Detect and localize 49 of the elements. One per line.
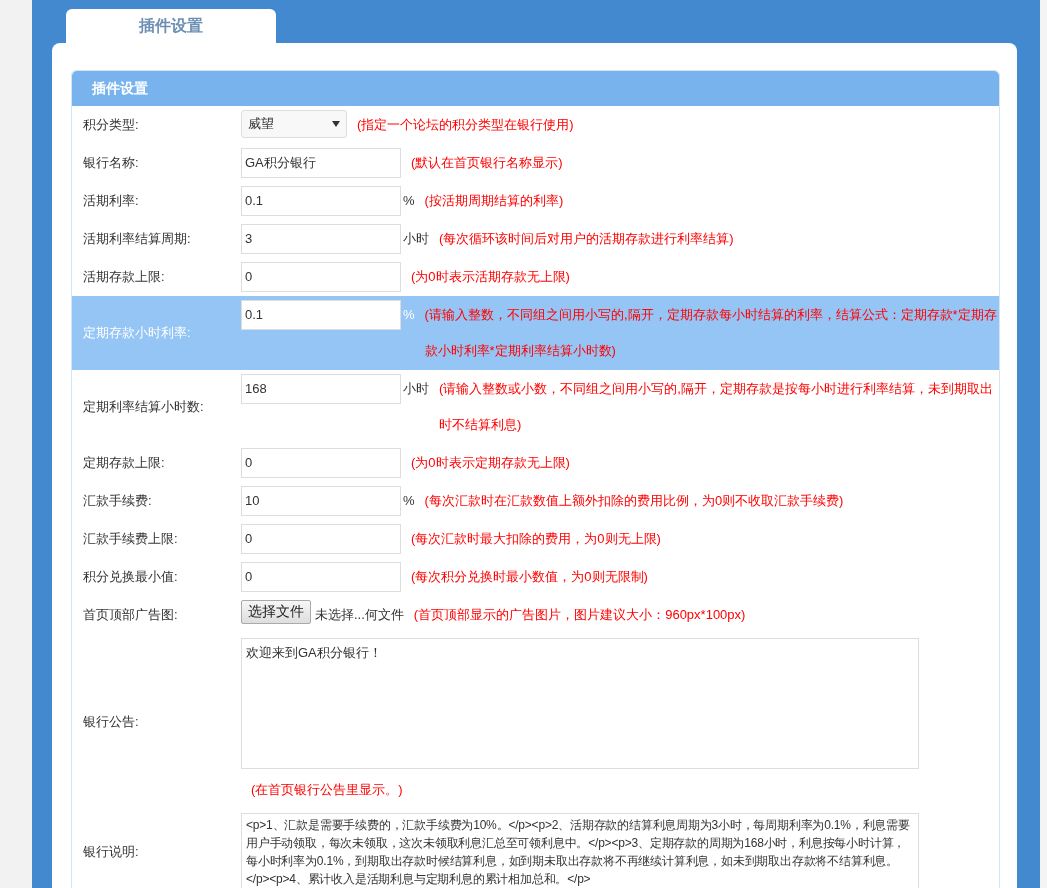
field-label: 汇款手续费: [82, 492, 153, 510]
unit-label: 小时 [403, 230, 429, 248]
text-field[interactable]: 0.1 [241, 186, 401, 216]
field-label: 活期利率结算周期: [82, 230, 192, 248]
text-field[interactable]: 0 [241, 448, 401, 478]
text-field[interactable]: 0.1 [241, 300, 401, 330]
hint-text: (为0时表示活期存款无上限) [411, 268, 571, 286]
hint-text: (每次汇款时最大扣除的费用，为0则无上限) [411, 530, 662, 548]
unit-label: % [403, 492, 415, 510]
field-label: 积分类型: [82, 116, 140, 134]
text-area[interactable]: <p>1、汇款是需要手续费的，汇款手续费为10%。</p><p>2、活期存款的结算利息周期为3小时，每周期利率为0.1%，利息需要用户手动领取，每次未领取，这次未领取利息汇总至可领利息中。</p><p>3、定期存款的周期为168小时，利息按每小时计算，每小时利率为0.1%，到期取出存款时候结算利息，如到期未取出存款将不再继续计算利息，如未到期取出存款将不结算利息。</p><p>4、累计收入是活期利息与定期利息的累计相加总和。</p> [241, 813, 919, 888]
hint-text: (默认在首页银行名称显示) [411, 154, 564, 172]
text-area[interactable]: 欢迎来到GA积分银行！ [241, 638, 919, 769]
hint-text: (每次积分兑换时最小数值，为0则无限制) [411, 568, 649, 586]
text-field[interactable]: GA积分银行 [241, 148, 401, 178]
hint-text: (指定一个论坛的积分类型在银行使用) [357, 116, 575, 134]
field-label: 积分兑换最小值: [82, 568, 179, 586]
field-label: 活期存款上限: [82, 268, 166, 286]
text-field[interactable]: 3 [241, 224, 401, 254]
text-field[interactable]: 0 [241, 524, 401, 554]
unit-label: % [403, 306, 415, 324]
text-field[interactable]: 0 [241, 562, 401, 592]
hint-text: (每次循环该时间后对用户的活期存款进行利率结算) [439, 230, 735, 248]
field-label: 定期存款上限: [82, 454, 166, 472]
hint-text: (每次汇款时在汇款数值上额外扣除的费用比例，为0则不收取汇款手续费) [424, 492, 845, 510]
hint-text: (首页顶部显示的广告图片，图片建议大小：960px*100px) [413, 606, 747, 624]
text-field[interactable]: 0 [241, 262, 401, 292]
dropdown[interactable]: 威望 [241, 110, 347, 138]
hint-text: (按活期周期结算的利率) [424, 192, 565, 210]
unit-label: % [403, 192, 415, 210]
field-label: 定期利率结算小时数: [82, 398, 205, 416]
file-status: 未选择...何文件 [315, 606, 404, 624]
field-label: 定期存款小时利率: [82, 324, 192, 342]
hint-text: (为0时表示定期存款无上限) [411, 454, 571, 472]
field-label: 银行公告: [82, 712, 140, 731]
hint-text: (请输入整数，不同组之间用小写的,隔开，定期存款每小时结算的利率，结算公式：定期存款*定期存款小时利率*定期利率结算小时数) [424, 306, 997, 360]
panel-header: 插件设置 [72, 71, 999, 106]
field-label: 银行名称: [82, 154, 140, 172]
hint-text: (在首页银行公告里显示。) [251, 781, 404, 799]
caret-icon [332, 121, 340, 127]
field-label: 活期利率: [82, 192, 140, 210]
field-label: 银行说明: [82, 842, 140, 861]
text-field[interactable]: 168 [241, 374, 401, 404]
hint-text: (请输入整数或小数，不同组之间用小写的,隔开，定期存款是按每小时进行利率结算，未到期取出时不结算利息) [439, 380, 994, 434]
field-label: 汇款手续费上限: [82, 530, 179, 548]
field-label: 首页顶部广告图: [82, 606, 179, 624]
choose-file-button[interactable]: 选择文件 [241, 600, 311, 624]
text-field[interactable]: 10 [241, 486, 401, 516]
unit-label: 小时 [403, 380, 429, 398]
